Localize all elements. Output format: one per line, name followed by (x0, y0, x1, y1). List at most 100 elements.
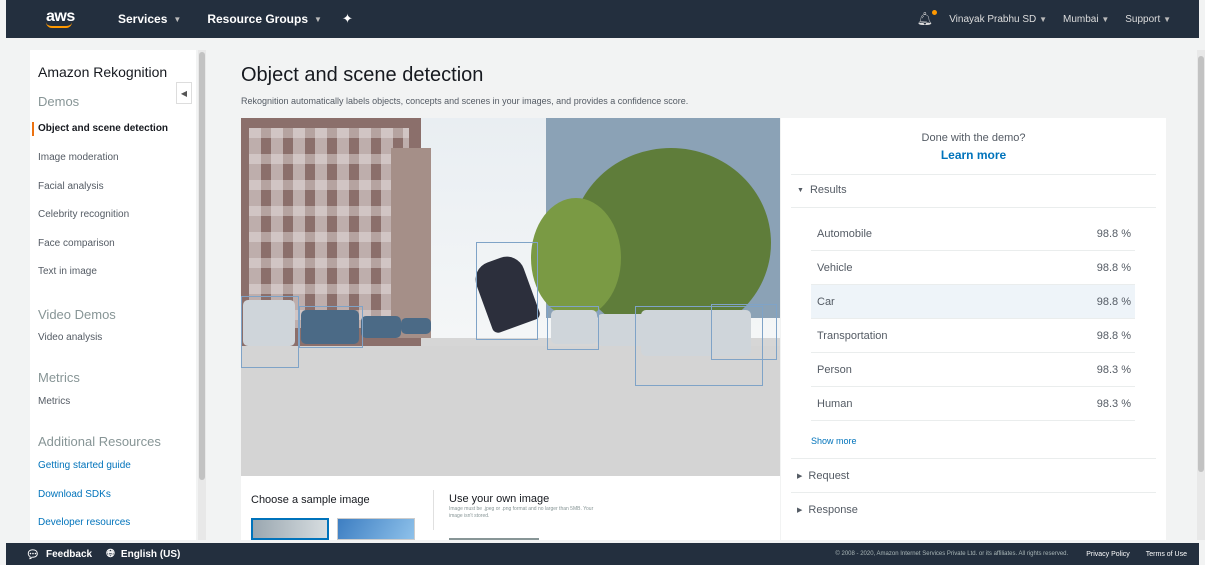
image-car (361, 316, 401, 338)
aws-smile-icon (46, 22, 72, 28)
sidebar-item-object-scene-detection[interactable]: Object and scene detection (38, 123, 168, 134)
main-scrollbar-thumb[interactable] (1198, 56, 1204, 472)
bell-icon[interactable]: 🔔︎ (917, 10, 938, 27)
chevron-down-icon: ▼ (173, 14, 182, 24)
page-description: Rekognition automatically labels objects… (241, 96, 689, 106)
speech-bubble-icon: 💬︎ (26, 548, 40, 561)
image-tree (531, 198, 621, 318)
pin-icon[interactable]: ✦ (342, 11, 353, 27)
active-indicator (32, 122, 34, 136)
sidebar-item-text-in-image[interactable]: Text in image (38, 266, 97, 277)
resource-groups-menu[interactable]: Resource Groups ▼ (207, 12, 322, 26)
results-heading: Results (809, 184, 847, 196)
account-menu[interactable]: Vinayak Prabhu SD ▼ (949, 14, 1047, 25)
globe-icon: 🌐︎ (106, 547, 115, 560)
result-row[interactable]: Transportation 98.8 % (811, 319, 1135, 353)
bounding-box[interactable] (711, 304, 777, 360)
result-confidence: 98.3 % (1096, 363, 1131, 376)
top-navigation-bar: aws Services ▼ Resource Groups ▼ ✦ 🔔︎ Vi… (6, 0, 1199, 38)
result-row-highlighted[interactable]: Car 98.8 % (811, 285, 1135, 319)
sidebar-item-image-moderation[interactable]: Image moderation (38, 152, 119, 163)
sidebar-item-metrics[interactable]: Metrics (38, 396, 70, 407)
notification-dot (932, 10, 938, 15)
upload-button[interactable] (449, 538, 539, 540)
result-label: Transportation (817, 329, 888, 342)
sidebar-link-download-sdks[interactable]: Download SDKs (38, 489, 111, 500)
sample-image-thumbnail[interactable] (337, 518, 415, 540)
account-label: Vinayak Prabhu SD (949, 13, 1037, 25)
nav-right-group: 🔔︎ Vinayak Prabhu SD ▼ Mumbai ▼ Support … (917, 10, 1171, 27)
footer-bar: 💬︎ Feedback 🌐︎ English (US) © 2008 - 202… (6, 543, 1199, 565)
collapse-sidebar-icon[interactable]: ◀ (176, 82, 192, 104)
divider (791, 174, 1156, 175)
caret-right-icon: ▶ (797, 507, 803, 514)
result-row[interactable]: Human 98.3 % (811, 387, 1135, 421)
result-confidence: 98.8 % (1096, 261, 1131, 274)
sidebar-title: Amazon Rekognition (38, 64, 168, 80)
own-image-label: Use your own image (449, 493, 550, 505)
chevron-down-icon: ▼ (314, 14, 322, 24)
image-car (401, 318, 431, 334)
result-confidence: 98.3 % (1096, 397, 1131, 410)
privacy-policy-link[interactable]: Privacy Policy (1086, 551, 1130, 558)
result-row[interactable]: Automobile 98.8 % (811, 217, 1135, 251)
result-label: Person (817, 363, 852, 376)
feedback-button[interactable]: 💬︎ Feedback (26, 548, 92, 561)
region-label: Mumbai (1062, 13, 1099, 25)
learn-more-link[interactable]: Learn more (781, 148, 1166, 162)
resource-groups-label: Resource Groups (207, 12, 309, 26)
sample-image-thumbnail-selected[interactable] (251, 518, 329, 540)
language-label: English (US) (120, 548, 181, 560)
bounding-box[interactable] (299, 306, 363, 348)
region-menu[interactable]: Mumbai ▼ (1063, 14, 1109, 25)
page-title: Object and scene detection (241, 64, 484, 86)
support-menu[interactable]: Support ▼ (1125, 14, 1171, 25)
sidebar-heading-additional-resources: Additional Resources (38, 434, 161, 449)
divider (433, 490, 434, 530)
own-image-description: Image must be .jpeg or .png format and n… (449, 506, 594, 519)
sidebar-heading-metrics: Metrics (38, 370, 80, 385)
sidebar-item-video-analysis[interactable]: Video analysis (38, 332, 102, 343)
sidebar-link-developer-resources[interactable]: Developer resources (38, 517, 130, 528)
result-confidence: 98.8 % (1096, 329, 1131, 342)
chevron-down-icon: ▼ (1163, 14, 1171, 24)
sidebar: Amazon Rekognition ◀ Demos Object and sc… (30, 50, 196, 540)
bounding-box[interactable] (241, 296, 299, 368)
result-row[interactable]: Vehicle 98.8 % (811, 251, 1135, 285)
services-label: Services (118, 12, 168, 26)
divider (791, 492, 1156, 493)
support-label: Support (1125, 13, 1161, 25)
bounding-box-person[interactable] (476, 242, 538, 340)
feedback-label: Feedback (45, 548, 93, 560)
sidebar-heading-video-demos: Video Demos (38, 307, 116, 322)
results-panel: Done with the demo? Learn more ▼ Results… (781, 118, 1166, 540)
results-section-toggle[interactable]: ▼ Results (797, 184, 847, 196)
result-confidence: 98.8 % (1096, 227, 1131, 240)
sidebar-item-celebrity-recognition[interactable]: Celebrity recognition (38, 209, 129, 220)
aws-logo[interactable]: aws (46, 9, 118, 28)
image-selection-area: Choose a sample image Use your own image… (241, 476, 780, 540)
bounding-box[interactable] (547, 306, 599, 350)
sample-image-label: Choose a sample image (251, 494, 370, 506)
request-section-toggle[interactable]: ▶ Request (797, 470, 849, 482)
terms-of-use-link[interactable]: Terms of Use (1146, 551, 1187, 558)
sidebar-item-facial-analysis[interactable]: Facial analysis (38, 181, 104, 192)
copyright-text: © 2008 - 2020, Amazon Internet Services … (835, 551, 1069, 557)
result-row[interactable]: Person 98.3 % (811, 353, 1135, 387)
sidebar-link-getting-started[interactable]: Getting started guide (38, 460, 131, 471)
divider (791, 207, 1156, 208)
result-confidence: 98.8 % (1096, 295, 1131, 308)
image-building-left-far (391, 148, 431, 338)
show-more-link[interactable]: Show more (811, 436, 857, 446)
services-menu[interactable]: Services ▼ (118, 12, 181, 26)
sidebar-scrollbar-thumb[interactable] (199, 52, 205, 480)
sidebar-item-face-comparison[interactable]: Face comparison (38, 238, 115, 249)
result-label: Vehicle (817, 261, 853, 274)
done-with-demo-text: Done with the demo? (921, 132, 1026, 144)
sidebar-heading-demos: Demos (38, 94, 80, 109)
response-section-toggle[interactable]: ▶ Response (797, 504, 858, 516)
response-heading: Response (808, 504, 858, 516)
language-selector[interactable]: 🌐︎ English (US) (106, 548, 180, 561)
chevron-down-icon: ▼ (1101, 14, 1110, 24)
request-heading: Request (808, 470, 850, 482)
